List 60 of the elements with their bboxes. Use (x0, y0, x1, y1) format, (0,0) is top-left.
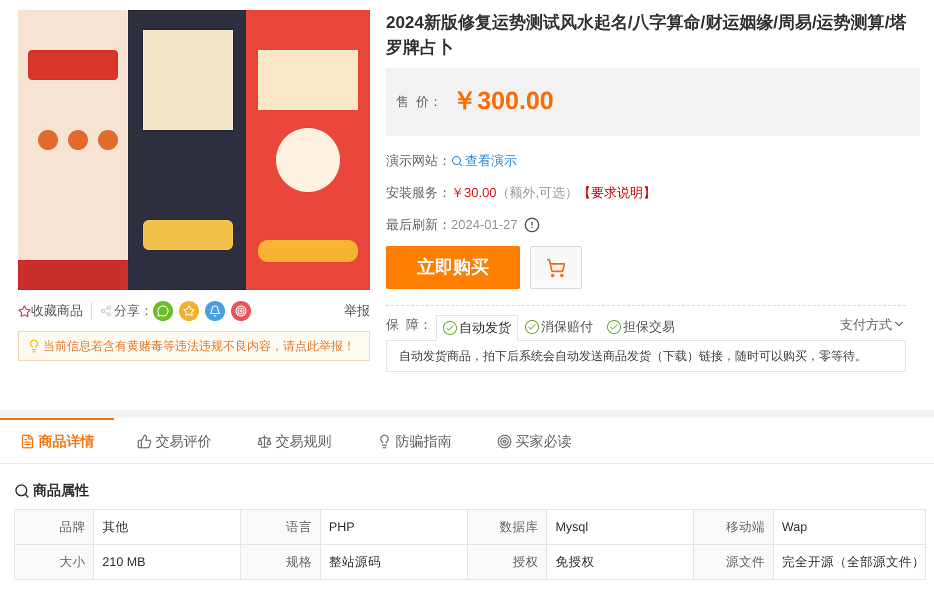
attribute-name: 数据库 (468, 510, 547, 544)
attribute-name: 源文件 (694, 544, 774, 580)
lightbulb-icon (27, 339, 41, 353)
attribute-name: 品牌 (14, 510, 94, 544)
guarantee-tab[interactable]: 消保赔付 (518, 314, 600, 340)
install-price: ￥30.00 (451, 184, 497, 202)
favorite-link[interactable]: 收藏商品 (31, 301, 83, 321)
attribute-value: 整站源码 (320, 544, 468, 580)
attribute-value: 210 MB (94, 544, 241, 580)
requirements-link[interactable]: 【要求说明】 (578, 183, 656, 203)
attribute-value: Wap (773, 510, 926, 544)
attribute-name: 大小 (14, 544, 94, 580)
tab[interactable]: 买家必读 (474, 418, 594, 463)
cart-button[interactable] (530, 246, 582, 289)
demo-label: 演示网站： (386, 152, 451, 170)
attribute-value: 其他 (94, 510, 241, 544)
payment-dropdown[interactable]: 支付方式 (840, 314, 906, 334)
price: ￥300.00 (452, 86, 554, 118)
refresh-label: 最后刷新： (386, 216, 451, 234)
attribute-value: PHP (320, 510, 468, 544)
check-icon (445, 323, 456, 333)
document-icon (20, 434, 34, 449)
search-icon (451, 155, 463, 167)
product-title: 2024新版修复运势测试风水起名/八字算命/财运姻缘/周易/运势测算/塔罗牌占卜 (386, 12, 908, 59)
share-icon (100, 305, 112, 317)
install-label: 安装服务： (386, 184, 451, 202)
price-label: 售 价： (396, 93, 442, 112)
refresh-date: 2024-01-27 (451, 216, 518, 234)
attribute-name: 授权 (468, 544, 547, 580)
share-label: 分享： (114, 302, 153, 320)
thumbs-up-icon (136, 434, 152, 449)
info-icon[interactable] (524, 217, 540, 233)
check-icon (527, 322, 538, 332)
demo-link[interactable]: 查看演示 (465, 151, 517, 171)
attribute-value: 免授权 (546, 544, 694, 580)
install-note: （额外,可选） (496, 184, 578, 202)
tab[interactable]: 交易评价 (114, 418, 234, 463)
search-list-icon (14, 482, 30, 498)
attribute-value: 完全开源（全部源文件） (773, 544, 926, 580)
attribute-value: Mysql (546, 510, 694, 544)
bell-icon[interactable] (205, 301, 225, 321)
attribute-name: 语言 (240, 510, 320, 544)
attribute-name: 规格 (240, 544, 320, 580)
report-link[interactable]: 举报 (344, 301, 370, 321)
tab[interactable]: 防骗指南 (354, 418, 474, 463)
section-title: 商品属性 (33, 481, 89, 500)
guarantee-tab[interactable]: 担保交易 (600, 314, 682, 340)
target-icon[interactable] (231, 301, 251, 321)
star-icon (18, 304, 31, 318)
guarantee-tab[interactable]: 自动发货 (436, 315, 518, 341)
guarantee-description: 自动发货商品，拍下后系统会自动发送商品发货（下载）链接，随时可以购买，零等待。 (386, 340, 906, 372)
cart-icon (546, 258, 566, 278)
tab[interactable]: 交易规则 (234, 418, 354, 463)
notice-text: 当前信息若含有黄赌毒等违法违规不良内容，请点此举报！ (43, 338, 355, 355)
scale-icon (256, 434, 272, 449)
check-icon (609, 322, 620, 332)
target-icon (496, 434, 512, 449)
chat-bubble-icon[interactable] (153, 301, 173, 321)
guarantee-label: 保 障： (386, 316, 432, 334)
attribute-name: 移动端 (694, 510, 774, 544)
